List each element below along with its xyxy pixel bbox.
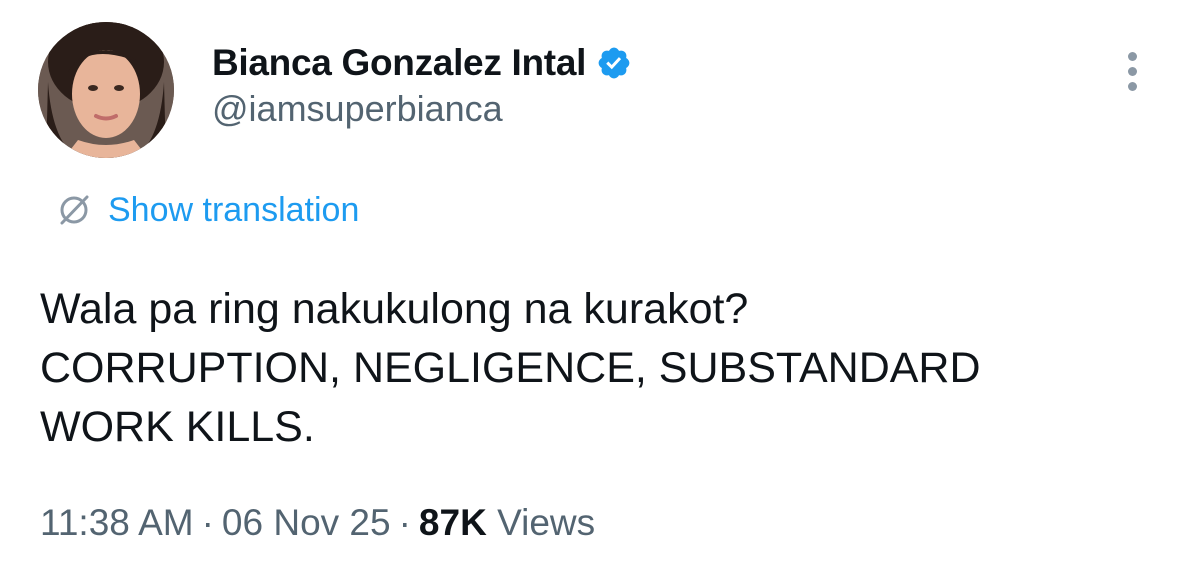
views-count[interactable]: 87K xyxy=(419,502,487,543)
avatar[interactable] xyxy=(38,22,174,158)
author-handle[interactable]: @iamsuperbianca xyxy=(212,88,503,130)
verified-badge-icon xyxy=(596,45,632,81)
views-label: Views xyxy=(497,502,596,543)
tweet-time[interactable]: 11:38 AM xyxy=(40,502,194,543)
tweet-card: Bianca Gonzalez Intal @iamsuperbianca Sh… xyxy=(0,0,1200,583)
tweet-text-line: Wala pa ring nakukulong na kurakot? xyxy=(40,285,749,333)
tweet-date[interactable]: 06 Nov 25 xyxy=(222,502,391,543)
tweet-text-line: CORRUPTION, NEGLIGENCE, SUBSTANDARD xyxy=(40,344,981,392)
tweet-meta: 11:38 AM · 06 Nov 25 · 87K Views xyxy=(40,502,595,544)
tweet-text-line: WORK KILLS. xyxy=(40,403,315,451)
author-name-row: Bianca Gonzalez Intal xyxy=(212,38,632,88)
translate-icon xyxy=(54,190,94,230)
profile-photo-icon xyxy=(38,22,174,158)
more-options-icon[interactable] xyxy=(1120,52,1144,100)
show-translation-button[interactable]: Show translation xyxy=(54,190,359,230)
tweet-text: Wala pa ring nakukulong na kurakot? CORR… xyxy=(40,280,1170,457)
meta-separator: · xyxy=(201,502,214,543)
meta-separator: · xyxy=(398,502,411,543)
show-translation-label: Show translation xyxy=(108,190,360,229)
author-name[interactable]: Bianca Gonzalez Intal xyxy=(212,42,586,84)
